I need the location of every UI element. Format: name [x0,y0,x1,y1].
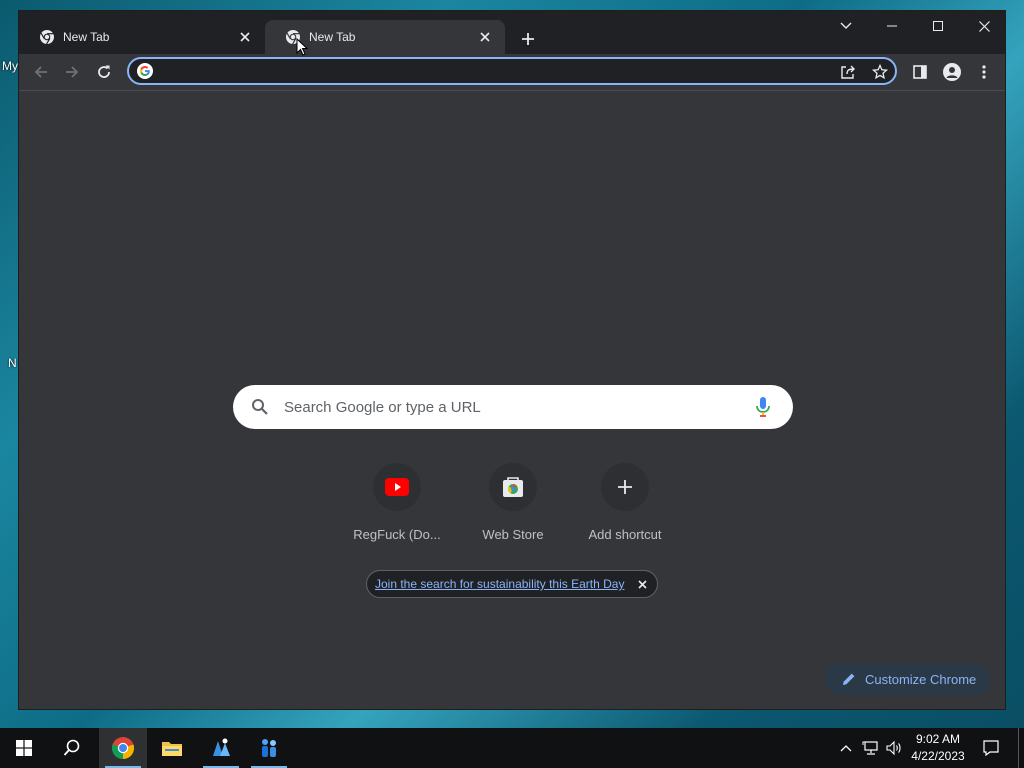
more-vert-icon [982,65,986,79]
show-hidden-icons-button[interactable] [836,728,856,768]
taskbar-chrome[interactable] [99,728,147,768]
omnibox-input[interactable] [159,61,823,83]
taskbar-file-explorer[interactable] [148,728,196,768]
tab-title: New Tab [309,30,356,44]
menu-button[interactable] [969,57,999,87]
shortcut-tile[interactable]: RegFuck (Do... [341,463,453,553]
reload-icon [98,65,110,78]
new-tab-button[interactable] [517,28,539,50]
notification-icon [983,740,999,756]
close-icon [637,579,647,589]
mouse-cursor-icon [296,38,308,56]
microphone-icon[interactable] [753,396,773,418]
tab-strip: New Tab New Tab [19,11,1005,54]
plus-icon [618,480,632,494]
show-desktop-button[interactable] [1018,728,1024,768]
web-store-icon [503,477,523,497]
close-icon [978,20,990,32]
start-button[interactable] [0,728,48,768]
maximize-button[interactable] [915,11,961,41]
google-icon [137,63,153,79]
network-status-button[interactable] [860,728,882,768]
dismiss-promo-button[interactable] [635,577,649,591]
chrome-icon [40,30,54,45]
earth-day-promo: Join the search for sustainability this … [366,570,658,598]
close-tab-button[interactable] [235,27,255,47]
pencil-icon [843,673,855,685]
browser-toolbar [19,54,1005,90]
customize-chrome-label: Customize Chrome [865,671,977,687]
maximize-icon [933,21,943,31]
shortcut-label: Web Store [482,527,544,542]
clock-date: 4/22/2023 [911,749,965,763]
promo-link[interactable]: Join the search for sustainability this … [375,577,624,591]
desktop-label-fragment: N [8,356,17,370]
shortcut-label: Add shortcut [588,527,662,542]
chevron-up-icon [840,745,852,752]
file-explorer-icon [162,742,182,756]
profile-button[interactable] [937,57,967,87]
side-panel-icon [913,65,927,79]
clock-time: 9:02 AM [915,732,961,746]
chrome-icon [111,737,135,760]
shortcut-tile[interactable]: Web Store [457,463,569,553]
tab-new-tab-1[interactable]: New Tab [19,20,265,54]
share-icon [841,65,855,79]
shortcut-icon-circle [373,463,421,511]
add-shortcut-button[interactable]: Add shortcut [569,463,681,553]
close-window-button[interactable] [961,11,1005,41]
address-bar[interactable] [127,57,897,85]
forward-button[interactable] [57,57,87,87]
taskbar-clock[interactable]: 9:02 AM 4/22/2023 [904,731,972,765]
close-tab-button[interactable] [475,27,495,47]
plus-icon [522,33,534,45]
tab-title: New Tab [63,30,110,44]
close-icon [480,32,490,42]
search-icon [252,399,268,415]
ntp-search-placeholder: Search Google or type a URL [284,399,481,416]
tab-search-button[interactable] [823,11,869,41]
chevron-down-icon [840,22,852,29]
back-arrow-icon [34,66,47,78]
shortcut-label: RegFuck (Do... [353,527,441,542]
customize-chrome-button[interactable]: Customize Chrome [825,663,991,695]
side-panel-button[interactable] [905,57,935,87]
youtube-icon [385,478,409,496]
minimize-icon [887,25,897,27]
people-icon [262,739,276,757]
forward-arrow-icon [66,66,79,78]
action-center-button[interactable] [976,728,1006,768]
app-icon-blue [213,738,230,756]
share-button[interactable] [837,61,859,83]
desktop-label-fragment: My [2,59,18,73]
volume-button[interactable] [884,728,904,768]
avatar-icon [943,63,961,81]
taskbar-people-app[interactable] [245,728,293,768]
close-icon [240,32,250,42]
shortcut-icon-circle [601,463,649,511]
windows-taskbar: 9:02 AM 4/22/2023 [0,728,1024,768]
taskbar-app-blue[interactable] [197,728,245,768]
search-icon [63,739,80,756]
reload-button[interactable] [89,57,119,87]
network-icon [862,741,878,755]
start-icon [16,740,32,756]
taskbar-search-button[interactable] [48,728,96,768]
ntp-search-box[interactable]: Search Google or type a URL [233,385,793,429]
shortcut-icon-circle [489,463,537,511]
browser-window: New Tab New Tab Search Google or type a … [18,10,1006,710]
toolbar-divider [19,90,1005,91]
star-icon [872,64,888,80]
speaker-icon [886,741,901,755]
bookmark-button[interactable] [869,61,891,83]
minimize-button[interactable] [869,11,915,41]
back-button[interactable] [26,57,56,87]
